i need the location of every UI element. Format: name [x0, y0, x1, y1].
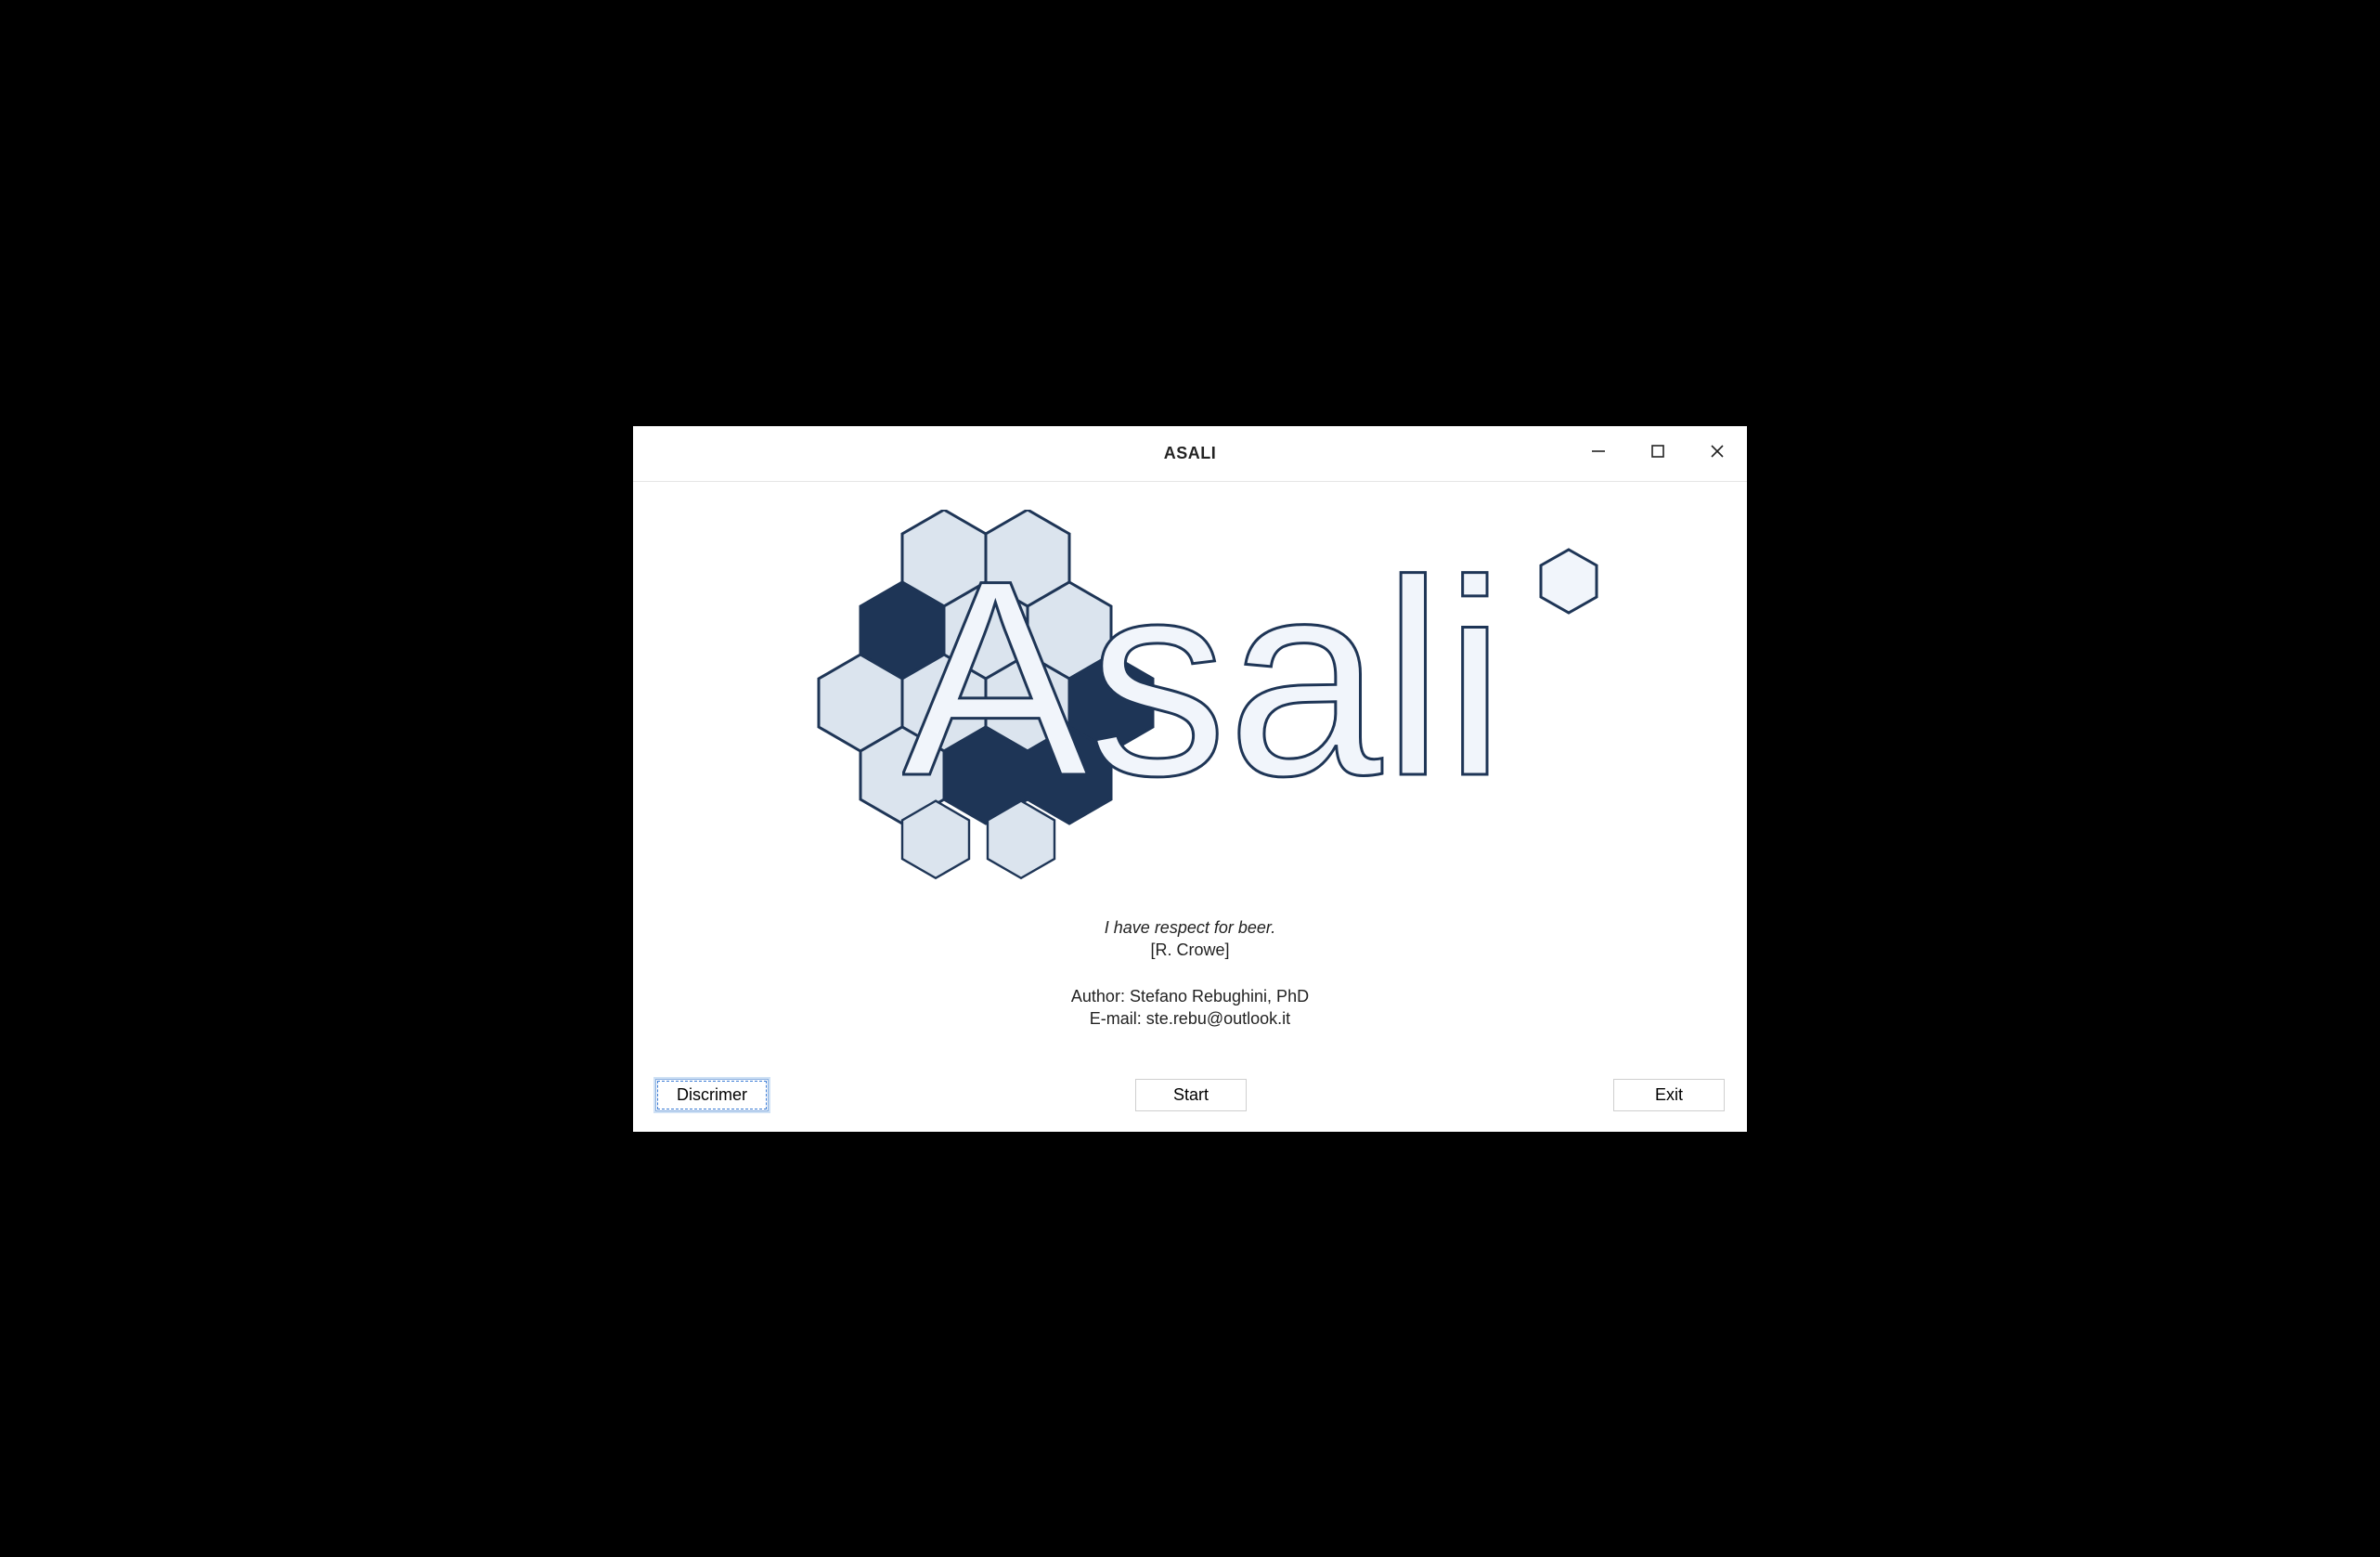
main-content: Asali I have respect for beer. [R. Crowe…: [633, 482, 1747, 1066]
titlebar: ASALI: [633, 426, 1747, 482]
close-button[interactable]: [1688, 426, 1747, 481]
email-line: E-mail: ste.rebu@outlook.it: [1071, 1007, 1309, 1030]
wordmark-icon: Asali: [902, 533, 1626, 830]
minimize-button[interactable]: [1569, 426, 1628, 481]
author-line: Author: Stefano Rebughini, PhD: [1071, 985, 1309, 1007]
wordmark-text: Asali: [902, 533, 1506, 830]
disclaimer-button[interactable]: Discrimer: [655, 1079, 769, 1111]
maximize-button[interactable]: [1628, 426, 1688, 481]
window-controls: [1569, 426, 1747, 481]
quote-block: I have respect for beer. [R. Crowe]: [1105, 916, 1275, 962]
credits-block: Author: Stefano Rebughini, PhD E-mail: s…: [1071, 985, 1309, 1031]
start-button[interactable]: Start: [1135, 1079, 1247, 1111]
quote-text: I have respect for beer.: [1105, 916, 1275, 939]
app-logo: Asali: [791, 519, 1589, 872]
maximize-icon: [1649, 443, 1666, 464]
minimize-icon: [1590, 443, 1607, 464]
button-row: Discrimer Start Exit: [633, 1066, 1747, 1132]
app-window: ASALI: [633, 426, 1747, 1132]
quote-attribution: [R. Crowe]: [1105, 939, 1275, 961]
close-icon: [1709, 443, 1726, 464]
exit-button[interactable]: Exit: [1613, 1079, 1725, 1111]
i-dot-hexagon-icon: [1541, 550, 1597, 613]
